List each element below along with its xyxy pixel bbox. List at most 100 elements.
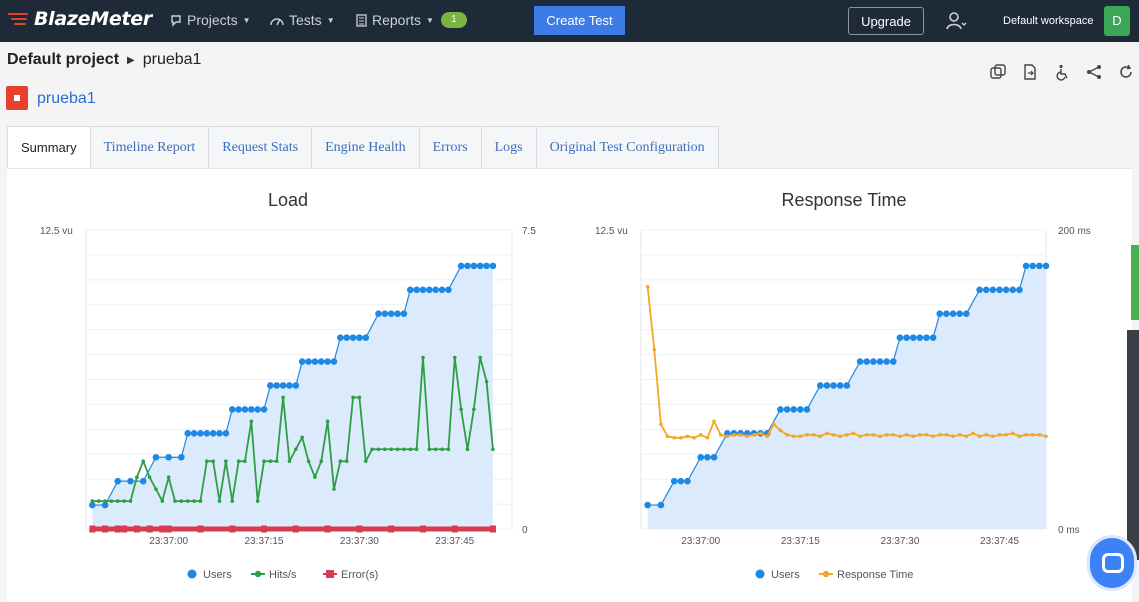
users-point — [470, 262, 478, 270]
scrollbar[interactable] — [1127, 330, 1139, 560]
users-point — [267, 382, 274, 389]
response-time-point — [685, 434, 690, 439]
users-point — [273, 382, 281, 389]
hits-point — [141, 459, 146, 464]
users-point — [483, 262, 490, 270]
users-point — [923, 334, 930, 341]
hits-point — [109, 499, 114, 503]
response-time-point — [1024, 433, 1028, 437]
users-point — [963, 310, 970, 318]
response-time-point — [672, 436, 676, 440]
x-tick-label: 23:37:45 — [980, 536, 1019, 547]
users-point — [903, 334, 910, 341]
users-point — [697, 453, 705, 461]
users-point — [797, 406, 804, 413]
hits-point — [351, 395, 355, 400]
response-time-point — [705, 436, 710, 440]
users-point — [677, 477, 685, 485]
hits-point — [262, 459, 266, 464]
errors-point — [146, 525, 153, 533]
hits-point — [185, 499, 190, 503]
hits-point — [115, 499, 120, 503]
errors-point — [114, 525, 121, 533]
errors-point — [489, 525, 496, 533]
scrollbar-indicator[interactable] — [1131, 245, 1139, 320]
response-time-point — [692, 436, 696, 440]
response-time-point — [785, 433, 789, 437]
hits-point — [135, 475, 139, 479]
hits-point — [274, 459, 279, 464]
errors-point — [229, 525, 236, 533]
users-point — [464, 262, 471, 270]
response-time-point — [698, 433, 703, 437]
errors-point — [165, 525, 172, 533]
hits-point — [389, 447, 393, 452]
users-point — [1042, 262, 1050, 270]
chart-response-time: Response Time 12.5 vu 200 ms 0 ms 23:37:00 23… — [595, 190, 1091, 581]
response-time-point — [791, 434, 796, 439]
hits-point — [402, 447, 406, 452]
response-time-point — [758, 431, 763, 436]
errors-point — [356, 525, 363, 533]
response-time-point — [984, 433, 989, 437]
response-time-point — [1030, 433, 1035, 437]
users-point — [457, 262, 465, 270]
legend-marker — [822, 570, 830, 578]
errors-point — [89, 525, 96, 533]
response-time-point — [911, 434, 916, 439]
errors-point — [388, 525, 395, 533]
response-time-point — [679, 436, 683, 440]
response-time-point — [864, 433, 869, 437]
users-point — [260, 406, 268, 413]
hits-point — [205, 459, 209, 464]
hits-point — [236, 459, 241, 464]
response-time-point — [898, 434, 902, 439]
errors-point — [197, 525, 204, 533]
x-tick-label: 23:37:15 — [781, 536, 820, 547]
hits-point — [122, 499, 126, 503]
users-point — [644, 501, 651, 509]
x-tick-label: 23:37:00 — [149, 536, 188, 547]
hits-point — [249, 419, 254, 424]
y-right-min-label: 0 ms — [1058, 525, 1080, 536]
chart-title: Response Time — [781, 190, 906, 210]
chat-icon[interactable] — [1087, 535, 1137, 591]
hits-point — [300, 435, 304, 440]
users-point — [876, 358, 884, 365]
y-right-max-label: 200 ms — [1058, 226, 1091, 237]
users-point — [783, 406, 791, 413]
users-point — [209, 430, 217, 437]
users-point — [1036, 262, 1043, 270]
users-point — [254, 406, 261, 413]
x-tick-label: 23:37:00 — [681, 536, 720, 547]
response-time-point — [918, 433, 922, 437]
hits-point — [179, 499, 184, 503]
users-point — [127, 477, 134, 485]
hits-point — [198, 499, 203, 503]
users-point — [241, 406, 249, 413]
errors-point — [419, 525, 426, 533]
users-point — [830, 382, 837, 389]
users-point — [203, 430, 211, 437]
response-time-point — [971, 431, 975, 436]
users-point — [381, 310, 389, 318]
users-point — [883, 358, 890, 365]
users-point — [889, 358, 897, 365]
hits-point — [446, 447, 451, 452]
hits-point — [192, 499, 196, 503]
users-point — [1002, 286, 1010, 294]
response-time-point — [765, 434, 769, 439]
users-point — [222, 430, 230, 437]
users-point — [305, 358, 312, 365]
hits-point — [230, 499, 235, 503]
hits-point — [90, 499, 95, 503]
errors-point — [261, 525, 268, 533]
hits-point — [332, 487, 336, 491]
hits-point — [414, 447, 419, 452]
users-point — [684, 477, 691, 485]
response-time-point — [878, 434, 882, 439]
hits-point — [154, 487, 158, 491]
users-point — [235, 406, 242, 413]
users-point — [349, 334, 357, 341]
response-time-point — [904, 433, 909, 437]
